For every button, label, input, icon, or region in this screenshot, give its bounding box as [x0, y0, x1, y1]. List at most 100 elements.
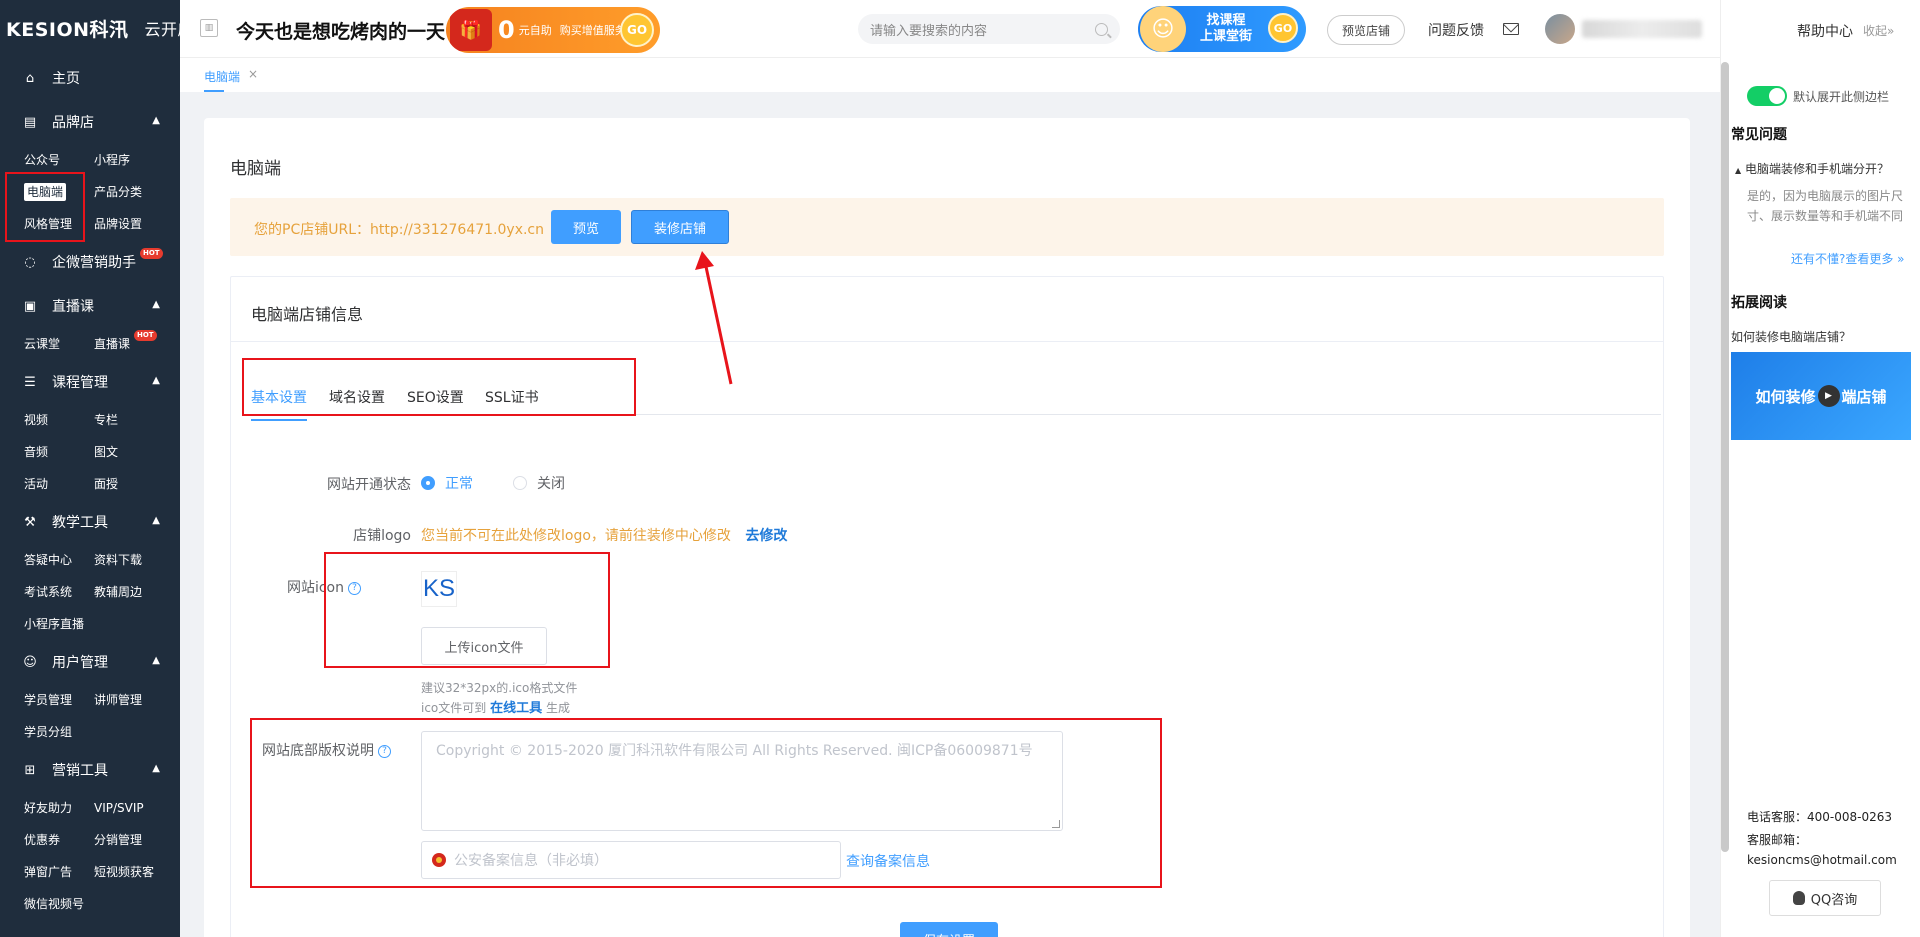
promo-banner-course-street[interactable]: ☺ 找课程 上课堂街 GO: [1138, 6, 1306, 52]
decorate-shop-button[interactable]: 装修店铺: [631, 210, 729, 244]
sidebar-item-students[interactable]: 学员管理: [24, 684, 94, 716]
annotation-box-copyright: [250, 718, 1162, 888]
sidebar-group-brand-store[interactable]: ▤ 品牌店 ▲: [0, 100, 180, 144]
sidebar-item-label: 短视频获客: [94, 865, 155, 879]
mail-icon[interactable]: [1503, 23, 1519, 35]
sidebar-item-short-video[interactable]: 短视频获客: [94, 856, 180, 888]
sidebar-group-teaching-tools[interactable]: ⚒ 教学工具 ▲: [0, 500, 180, 544]
sidebar-group-marketing[interactable]: ⊞ 营销工具 ▲: [0, 748, 180, 792]
faq-answer: 是的，因为电脑展示的图片尺寸、展示数量等和手机端不同: [1747, 189, 1904, 223]
shop-icon[interactable]: ▥: [200, 19, 218, 37]
icon-hint-tool: ico文件可到 在线工具 生成: [421, 697, 570, 716]
go-modify-link[interactable]: 去修改: [745, 528, 787, 544]
reading-heading: 拓展阅读: [1731, 295, 1787, 311]
sidebar-item-label: 主页: [52, 71, 80, 87]
sidebar-item-label: 品牌设置: [94, 217, 143, 231]
search-input[interactable]: 请输入要搜索的内容: [858, 14, 1120, 44]
radio-label: 正常: [445, 476, 473, 492]
online-tool-link[interactable]: 在线工具: [490, 701, 542, 716]
avatar[interactable]: [1545, 14, 1575, 44]
radio-unchecked-icon: [513, 476, 527, 490]
sidebar-item-column[interactable]: 专栏: [94, 404, 180, 436]
sidebar-item-wecom-assistant[interactable]: ◌ 企微营销助手 HOT: [0, 240, 180, 284]
gift-icon: ⊞: [24, 762, 36, 778]
brand-logo[interactable]: KESION科汛 云开店: [0, 0, 180, 56]
sidebar-item-exam[interactable]: 考试系统: [24, 576, 94, 608]
close-icon[interactable]: ×: [248, 67, 258, 81]
chevron-up-icon: ▲: [152, 655, 160, 666]
collapse-link[interactable]: 收起»: [1863, 22, 1894, 39]
username-blurred[interactable]: [1582, 20, 1702, 38]
sidebar-item-wechat-channels[interactable]: 微信视频号: [24, 888, 94, 920]
page-tab-pc[interactable]: 电脑端: [204, 68, 240, 92]
sidebar-item-label: 微信视频号: [24, 897, 85, 911]
sidebar-group-label: 课程管理: [52, 375, 108, 391]
play-icon[interactable]: ▶: [1817, 385, 1840, 407]
reading-link[interactable]: 如何装修电脑端店铺？: [1731, 328, 1851, 345]
page-title: 电脑端: [230, 159, 281, 179]
sidebar-item-teachers[interactable]: 讲师管理: [94, 684, 180, 716]
sidebar-item-coupons[interactable]: 优惠券: [24, 824, 94, 856]
status-closed-radio[interactable]: 关闭: [513, 473, 565, 493]
expand-sidebar-toggle[interactable]: [1747, 86, 1787, 106]
sidebar-item-label: 公众号: [24, 153, 61, 167]
promo-banner-value-added[interactable]: 🎁 0 元自助 购买增值服务 GO: [446, 7, 660, 53]
sidebar-item-label: 小程序: [94, 153, 131, 167]
faq-question[interactable]: ▲ 电脑端装修和手机端分开？: [1735, 160, 1889, 177]
sidebar-item-home[interactable]: ⌂ 主页: [0, 56, 180, 100]
sidebar-item-product-category[interactable]: 产品分类: [94, 176, 180, 208]
sidebar-item-qa-center[interactable]: 答疑中心: [24, 544, 94, 576]
sidebar-item-label: 好友助力: [24, 801, 73, 815]
gift-box-icon: 🎁: [450, 9, 492, 51]
sidebar-group-users[interactable]: ☺ 用户管理 ▲: [0, 640, 180, 684]
sidebar-item-mini-program[interactable]: 小程序: [94, 144, 180, 176]
sidebar-submenu-course: 视频 专栏 音频 图文 活动 面授: [0, 404, 180, 500]
sidebar-item-friend-help[interactable]: 好友助力: [24, 792, 94, 824]
qq-consult-button[interactable]: QQ咨询: [1769, 880, 1881, 916]
preview-button[interactable]: 预览: [551, 210, 621, 244]
user-icon: ☺: [23, 654, 37, 670]
sidebar-item-brand-settings[interactable]: 品牌设置: [94, 208, 180, 240]
qq-icon: [1792, 891, 1805, 905]
search-icon[interactable]: [1095, 22, 1108, 36]
sidebar-item-student-groups[interactable]: 学员分组: [24, 716, 94, 748]
status-normal-radio[interactable]: 正常: [421, 473, 473, 493]
sidebar-item-popup-ads[interactable]: 弹窗广告: [24, 856, 94, 888]
save-settings-button[interactable]: 保存设置: [900, 922, 998, 937]
feedback-link[interactable]: 问题反馈: [1428, 20, 1484, 40]
promo-text: 元自助: [518, 24, 552, 37]
hint-text: 生成: [545, 701, 570, 715]
sidebar-item-mini-live[interactable]: 小程序直播: [24, 608, 94, 640]
chevron-up-icon: ▲: [152, 299, 160, 310]
faq-more-link[interactable]: 还有不懂?查看更多 »: [1791, 250, 1905, 267]
sidebar-item-label: 学员分组: [24, 725, 73, 739]
scrollbar[interactable]: [1721, 62, 1729, 852]
sidebar-item-live-class[interactable]: 直播课 HOT: [94, 328, 180, 360]
tutorial-video-thumbnail[interactable]: 如何装修 ▶ 端店铺: [1731, 352, 1911, 440]
sidebar-group-label: 直播课: [52, 299, 94, 315]
sidebar-group-live[interactable]: ▣ 直播课 ▲: [0, 284, 180, 328]
preview-shop-button[interactable]: 预览店铺: [1327, 15, 1405, 45]
sidebar-item-vip[interactable]: VIP/SVIP: [94, 792, 180, 824]
sidebar-item-label: 小程序直播: [24, 617, 85, 631]
sidebar-item-label: 优惠券: [24, 833, 61, 847]
hint-text: ico文件可到: [421, 701, 487, 715]
pc-url-text[interactable]: 您的PC店铺URL：http://331276471.0yx.cn: [254, 219, 544, 239]
sidebar-item-label: 教辅周边: [94, 585, 143, 599]
sidebar-item-cloud-class[interactable]: 云课堂: [24, 328, 94, 360]
sidebar-item-audio[interactable]: 音频: [24, 436, 94, 468]
annotation-box-tabs: [242, 358, 636, 416]
sidebar-item-teaching-aids[interactable]: 教辅周边: [94, 576, 180, 608]
sidebar-item-article[interactable]: 图文: [94, 436, 180, 468]
sidebar-item-video[interactable]: 视频: [24, 404, 94, 436]
pc-url-bar: 您的PC店铺URL：http://331276471.0yx.cn 预览 装修店…: [230, 198, 1664, 256]
sidebar-item-offline[interactable]: 面授: [94, 468, 180, 500]
store-icon: ▤: [23, 114, 37, 130]
sidebar-group-course[interactable]: ☰ 课程管理 ▲: [0, 360, 180, 404]
sidebar-item-distribution[interactable]: 分销管理: [94, 824, 180, 856]
sidebar-item-label: 答疑中心: [24, 553, 73, 567]
icon-hint: 建议32*32px的.ico格式文件: [421, 681, 578, 695]
sidebar-item-activity[interactable]: 活动: [24, 468, 94, 500]
sidebar-item-label: 考试系统: [24, 585, 73, 599]
sidebar-item-downloads[interactable]: 资料下载: [94, 544, 180, 576]
